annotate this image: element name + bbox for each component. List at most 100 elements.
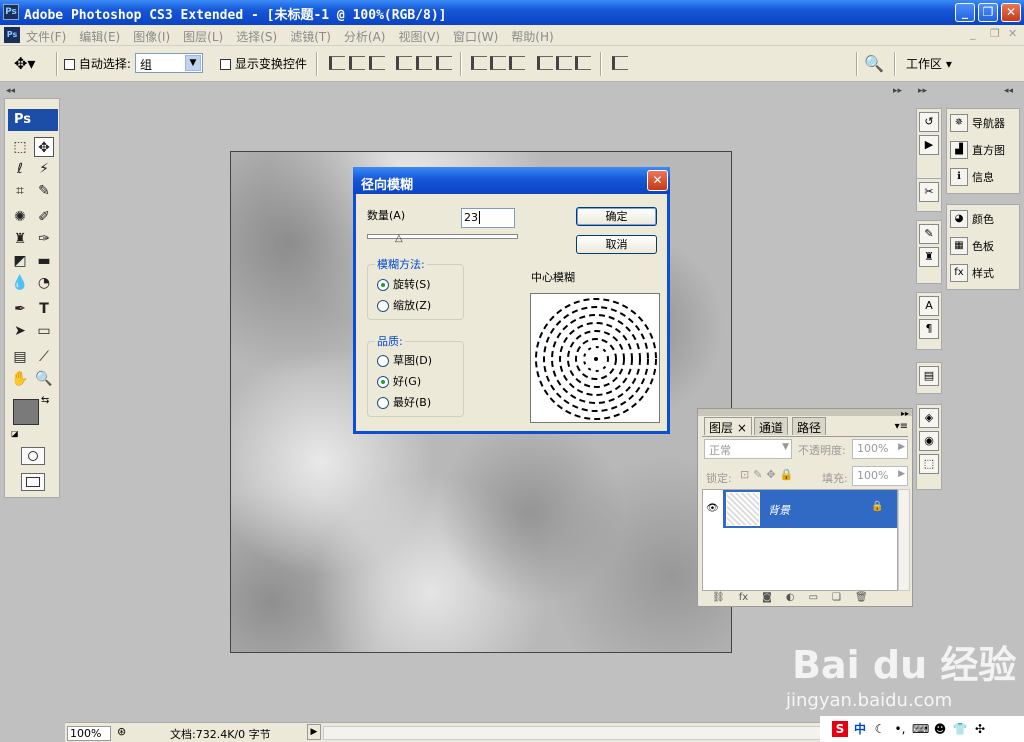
- collapse-toolbox-icon[interactable]: ◂◂: [6, 86, 15, 96]
- shape-tool-icon[interactable]: ▭: [34, 321, 54, 341]
- align-bottom-icon[interactable]: [369, 56, 385, 70]
- layer-comps-icon[interactable]: ▤: [919, 366, 939, 386]
- dodge-tool-icon[interactable]: ◔: [34, 273, 54, 293]
- crop-tool-icon[interactable]: ⌗: [10, 181, 30, 201]
- panel-menu-icon[interactable]: ▾≡: [895, 421, 908, 432]
- menu-filter[interactable]: 滤镜(T): [290, 28, 331, 45]
- notes-tool-icon[interactable]: ▤: [10, 347, 30, 367]
- menu-edit[interactable]: 编辑(E): [79, 28, 120, 45]
- eyedropper-icon[interactable]: ⟋: [34, 347, 54, 367]
- brush-tool-icon[interactable]: ✐: [34, 207, 54, 227]
- layer-style-icon[interactable]: fx: [739, 592, 748, 606]
- new-group-icon[interactable]: ▭: [809, 592, 818, 606]
- brushes-icon[interactable]: ✎: [919, 224, 939, 244]
- panel-grip[interactable]: [698, 409, 912, 416]
- auto-select-checkbox[interactable]: [64, 59, 75, 70]
- blur-tool-icon[interactable]: 💧: [10, 273, 30, 293]
- blur-center-preview[interactable]: [530, 293, 660, 423]
- history-brush-icon[interactable]: ✑: [34, 229, 54, 249]
- status-info-icon[interactable]: ⊛: [117, 725, 126, 738]
- zoom-tool-icon[interactable]: 🔍: [34, 369, 54, 389]
- panel-collapse-icon[interactable]: ◂◂: [1004, 86, 1013, 96]
- doc-minimize-icon[interactable]: _: [970, 27, 976, 40]
- type-tool-icon[interactable]: T: [34, 299, 54, 319]
- menu-help[interactable]: 帮助(H): [511, 28, 553, 45]
- ime-mode[interactable]: 中: [852, 721, 868, 737]
- menu-image[interactable]: 图像(I): [133, 28, 170, 45]
- path-select-icon[interactable]: ➤: [10, 321, 30, 341]
- distribute-right-icon[interactable]: [575, 56, 591, 70]
- color-panel-item[interactable]: ◕ 颜色: [947, 205, 1019, 232]
- swap-colors-icon[interactable]: ⇆: [41, 395, 49, 406]
- character-icon[interactable]: A: [919, 296, 939, 316]
- tab-paths[interactable]: 路径: [792, 417, 827, 435]
- tool-presets-icon[interactable]: ✂: [919, 182, 939, 202]
- move-tool-preset-icon[interactable]: ✥▾: [14, 54, 35, 73]
- amount-input[interactable]: 23: [461, 208, 515, 228]
- quality-good-option[interactable]: 好(G): [377, 373, 421, 389]
- align-hcenter-icon[interactable]: [416, 56, 432, 70]
- healing-brush-icon[interactable]: ✺: [10, 207, 30, 227]
- menu-analysis[interactable]: 分析(A): [344, 28, 386, 45]
- distribute-top-icon[interactable]: [471, 56, 487, 70]
- history-icon[interactable]: ↺: [919, 112, 939, 132]
- auto-align-icon[interactable]: [612, 56, 628, 70]
- skin-icon[interactable]: 👕: [952, 721, 968, 737]
- quality-draft-option[interactable]: 草图(D): [377, 352, 432, 368]
- layer-mask-icon[interactable]: ◙: [762, 592, 772, 606]
- show-transform-checkbox[interactable]: [220, 59, 231, 70]
- bridge-icon[interactable]: 🔍: [864, 54, 884, 73]
- hand-tool-icon[interactable]: ✋: [10, 369, 30, 389]
- method-zoom-radio[interactable]: [377, 300, 389, 312]
- navigator-panel-item[interactable]: ✵ 导航器: [947, 109, 1019, 136]
- fill-input[interactable]: 100% ▶: [852, 466, 908, 486]
- sogou-ime-icon[interactable]: S: [832, 721, 848, 737]
- doc-restore-icon[interactable]: ❐: [990, 27, 1000, 40]
- method-zoom-option[interactable]: 缩放(Z): [377, 297, 431, 313]
- channels-icon[interactable]: ◉: [919, 431, 939, 451]
- panel-collapse-icon[interactable]: ▸▸: [901, 409, 909, 418]
- layer-list-scrollbar[interactable]: [898, 489, 910, 591]
- auto-select-dropdown[interactable]: 组 ▼: [135, 53, 203, 73]
- menu-window[interactable]: 窗口(W): [453, 28, 498, 45]
- magic-wand-icon[interactable]: ⚡: [34, 159, 54, 179]
- swatches-panel-item[interactable]: ▦ 色板: [947, 232, 1019, 259]
- quality-draft-radio[interactable]: [377, 355, 389, 367]
- status-menu-arrow-icon[interactable]: ▶: [307, 724, 321, 740]
- gradient-tool-icon[interactable]: ▬: [34, 251, 54, 271]
- menu-file[interactable]: 文件(F): [26, 28, 66, 45]
- expand-dock-icon[interactable]: ▸▸: [893, 86, 902, 96]
- user-icon[interactable]: ☻: [932, 721, 948, 737]
- quality-good-radio[interactable]: [377, 376, 389, 388]
- quality-best-option[interactable]: 最好(B): [377, 394, 431, 410]
- pen-tool-icon[interactable]: ✒: [10, 299, 30, 319]
- align-vcenter-icon[interactable]: [349, 56, 365, 70]
- blend-mode-dropdown[interactable]: 正常 ▼: [704, 439, 792, 459]
- actions-icon[interactable]: ▶: [919, 135, 939, 155]
- move-tool-icon[interactable]: ✥: [34, 137, 54, 157]
- method-spin-option[interactable]: 旋转(S): [377, 276, 431, 292]
- adjustment-layer-icon[interactable]: ◐: [786, 592, 795, 606]
- close-button[interactable]: ✕: [1001, 3, 1021, 22]
- paragraph-icon[interactable]: ¶: [919, 319, 939, 339]
- menu-view[interactable]: 视图(V): [398, 28, 440, 45]
- method-spin-radio[interactable]: [377, 279, 389, 291]
- menu-select[interactable]: 选择(S): [236, 28, 277, 45]
- keyboard-icon[interactable]: ⌨: [912, 721, 929, 737]
- tab-layers[interactable]: 图层 ×: [704, 417, 752, 435]
- layers-icon[interactable]: ◈: [919, 408, 939, 428]
- distribute-hcenter-icon[interactable]: [556, 56, 572, 70]
- lasso-tool-icon[interactable]: ℓ: [10, 159, 30, 179]
- slice-tool-icon[interactable]: ✎: [34, 181, 54, 201]
- amount-slider-track[interactable]: [367, 234, 518, 239]
- distribute-left-icon[interactable]: [537, 56, 553, 70]
- lock-icons[interactable]: ⊡✎✥🔒: [740, 468, 797, 481]
- styles-panel-item[interactable]: fx 样式: [947, 259, 1019, 286]
- default-colors-icon[interactable]: ◪: [11, 429, 19, 438]
- quality-best-radio[interactable]: [377, 397, 389, 409]
- zoom-level[interactable]: 100%: [67, 726, 111, 741]
- visibility-eye-icon[interactable]: 👁: [703, 490, 722, 528]
- histogram-panel-item[interactable]: ▟ 直方图: [947, 136, 1019, 163]
- tab-channels[interactable]: 通道: [754, 417, 789, 435]
- minimize-button[interactable]: _: [955, 3, 975, 22]
